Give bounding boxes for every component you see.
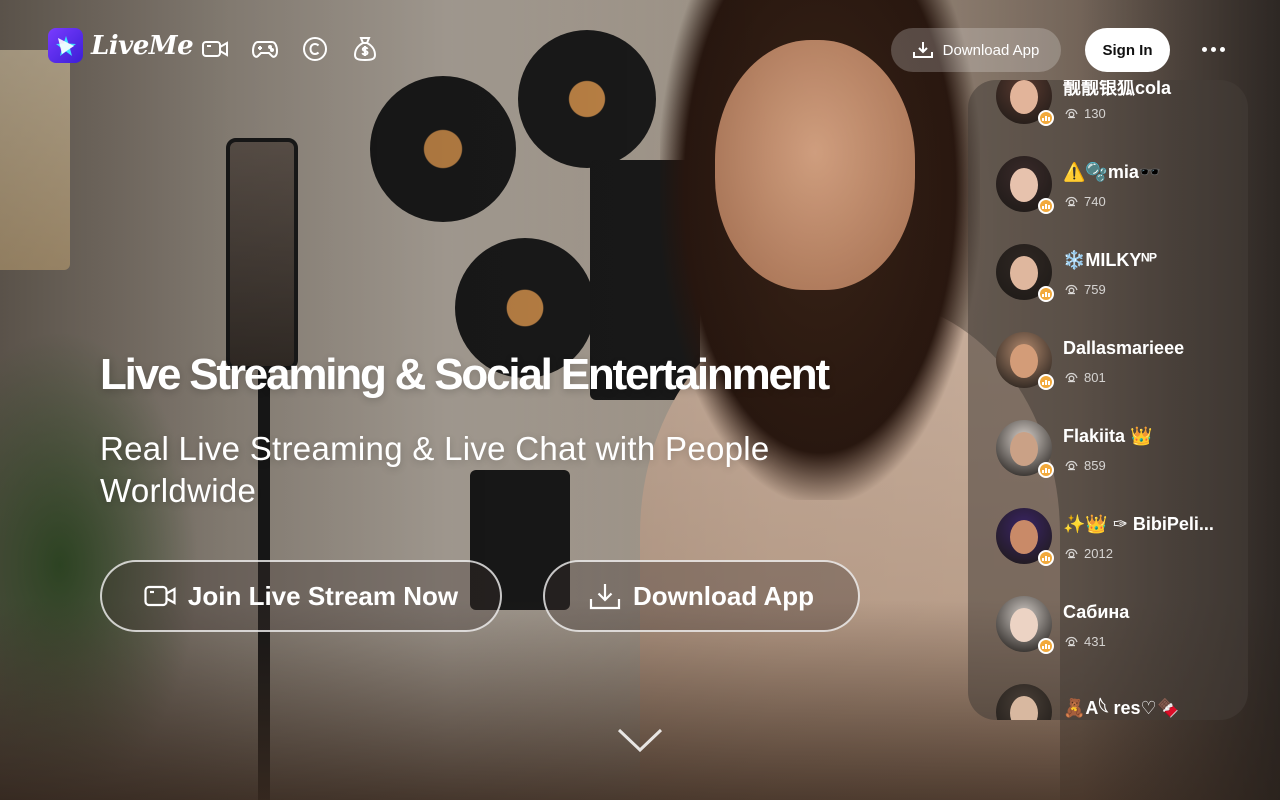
viewer-count-value: 859 [1084, 458, 1106, 473]
viewers-icon [1065, 284, 1078, 295]
header-download-label: Download App [942, 41, 1040, 59]
viewer-count-value: 2012 [1084, 546, 1113, 561]
viewers-icon [1065, 636, 1078, 647]
download-icon [589, 584, 621, 610]
liveme-logo[interactable]: LiveMe [48, 28, 194, 63]
live-stream-item[interactable]: Dallasmarieee 801 [968, 316, 1248, 404]
live-badge-icon [1038, 550, 1054, 566]
viewer-count: 2012 [1065, 546, 1113, 561]
viewer-count-value: 431 [1084, 634, 1106, 649]
hero-subtitle: Real Live Streaming & Live Chat with Peo… [100, 430, 770, 509]
live-badge-icon [1038, 110, 1054, 126]
video-camera-icon[interactable] [202, 36, 228, 62]
viewer-count: 759 [1065, 282, 1106, 297]
more-menu-icon[interactable] [1196, 38, 1230, 60]
scroll-down-chevron-icon[interactable] [616, 724, 664, 756]
money-bag-icon[interactable] [352, 36, 378, 62]
viewers-icon [1065, 460, 1078, 471]
streamer-name: 🧸A𓆩 res♡🍫 [1063, 698, 1180, 718]
live-streams-list: 靓靓银狐cola 130 ⚠️🫧mia🕶️ 740 ❄️MILKYᴺᴾ 759 Dallas… [968, 80, 1248, 720]
live-stream-item[interactable]: Flakiita 👑 859 [968, 404, 1248, 492]
live-stream-item[interactable]: 🧸A𓆩 res♡🍫 [968, 668, 1248, 720]
liveme-logo-icon [48, 28, 83, 63]
viewer-count: 740 [1065, 194, 1106, 209]
viewer-count-value: 801 [1084, 370, 1106, 385]
streamer-name: 靓靓银狐cola [1063, 80, 1172, 98]
live-badge-icon [1038, 198, 1054, 214]
live-stream-item[interactable]: ✨👑 ✑ BibiPeli... 2012 [968, 492, 1248, 580]
viewer-count: 130 [1065, 106, 1106, 121]
logo-wordmark: LiveMe [91, 30, 194, 61]
join-live-stream-button[interactable]: Join Live Stream Now [100, 560, 502, 632]
sign-in-button[interactable]: Sign In [1085, 28, 1170, 72]
download-icon [912, 42, 933, 58]
streamer-avatar [996, 684, 1052, 720]
hero-download-app-button[interactable]: Download App [543, 560, 860, 632]
copyright-coin-icon[interactable] [302, 36, 328, 62]
video-camera-icon [144, 585, 176, 607]
viewer-count-value: 130 [1084, 106, 1106, 121]
hero-download-label: Download App [632, 580, 814, 611]
streamer-name: Dallasmarieee [1063, 338, 1185, 358]
viewers-icon [1065, 548, 1078, 559]
viewer-count: 431 [1065, 634, 1106, 649]
viewers-icon [1065, 372, 1078, 383]
live-badge-icon [1038, 638, 1054, 654]
streamer-name: Сабина [1063, 602, 1130, 622]
streamer-name: Flakiita 👑 [1063, 426, 1153, 446]
live-stream-item[interactable]: Сабина 431 [968, 580, 1248, 668]
streamer-name: ✨👑 ✑ BibiPeli... [1063, 514, 1214, 534]
viewer-count-value: 740 [1084, 194, 1106, 209]
gamepad-icon[interactable] [252, 36, 278, 62]
viewer-count: 859 [1065, 458, 1106, 473]
streamer-name: ⚠️🫧mia🕶️ [1063, 162, 1162, 182]
live-streams-panel: 靓靓银狐cola 130 ⚠️🫧mia🕶️ 740 ❄️MILKYᴺᴾ 759 Dallas… [968, 80, 1248, 720]
live-badge-icon [1038, 374, 1054, 390]
viewers-icon [1065, 108, 1078, 119]
streamer-name: ❄️MILKYᴺᴾ [1063, 250, 1157, 270]
header-nav [202, 36, 378, 62]
header-download-app-button[interactable]: Download App [891, 28, 1061, 72]
viewer-count: 801 [1065, 370, 1106, 385]
live-stream-item[interactable]: 靓靓银狐cola 130 [968, 80, 1248, 140]
live-stream-item[interactable]: ⚠️🫧mia🕶️ 740 [968, 140, 1248, 228]
hero-title: Live Streaming & Social Entertainment [100, 350, 830, 399]
viewer-count-value: 759 [1084, 282, 1106, 297]
join-live-stream-label: Join Live Stream Now [187, 580, 459, 611]
viewers-icon [1065, 196, 1078, 207]
live-stream-item[interactable]: ❄️MILKYᴺᴾ 759 [968, 228, 1248, 316]
live-badge-icon [1038, 286, 1054, 302]
live-badge-icon [1038, 462, 1054, 478]
